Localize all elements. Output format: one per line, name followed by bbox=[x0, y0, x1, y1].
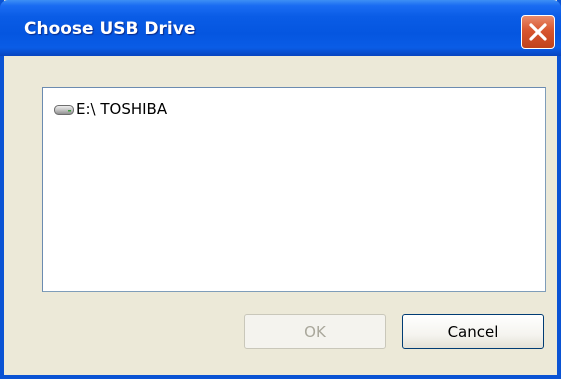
choose-usb-drive-dialog: Choose USB Drive E:\ TOSHIBA OK Cancel bbox=[0, 0, 561, 379]
drive-list[interactable]: E:\ TOSHIBA bbox=[42, 87, 546, 292]
close-icon bbox=[529, 23, 547, 41]
window-title: Choose USB Drive bbox=[24, 19, 196, 39]
usb-drive-icon bbox=[54, 103, 74, 115]
ok-button[interactable]: OK bbox=[244, 314, 386, 349]
close-button[interactable] bbox=[521, 15, 555, 49]
cancel-button[interactable]: Cancel bbox=[402, 314, 544, 349]
title-bar[interactable]: Choose USB Drive bbox=[0, 0, 561, 56]
list-item[interactable]: E:\ TOSHIBA bbox=[54, 98, 167, 120]
drive-label: E:\ TOSHIBA bbox=[76, 100, 168, 118]
